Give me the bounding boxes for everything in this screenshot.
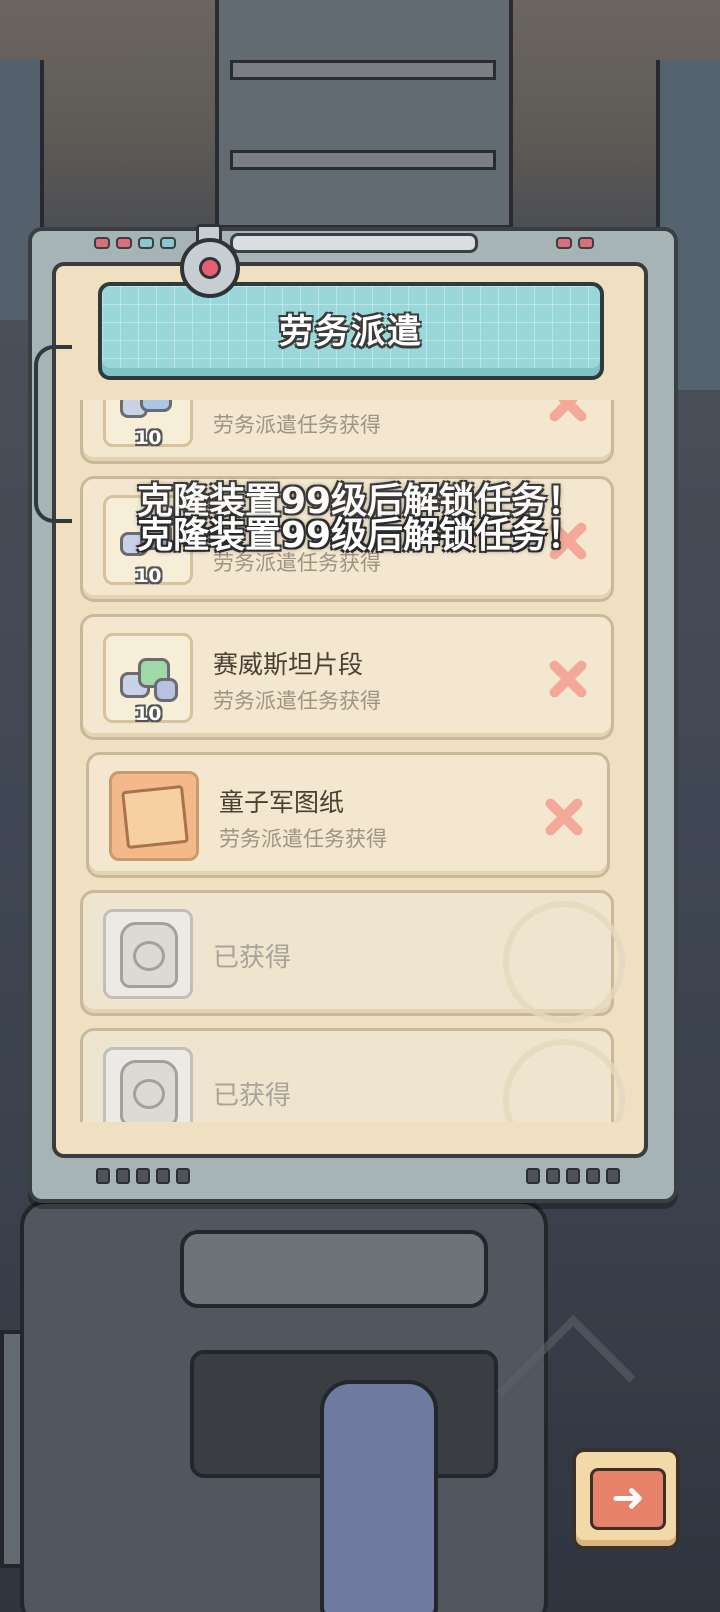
obtained-label: 已获得 bbox=[213, 1081, 292, 1111]
item-source: 劳务派遣任务获得 bbox=[219, 827, 387, 851]
item-thumbnail bbox=[103, 909, 193, 999]
list-item[interactable]: 10 劳务派遣任务获得 bbox=[80, 400, 614, 464]
title-banner: 劳务派遣 bbox=[98, 282, 604, 380]
close-icon bbox=[545, 400, 589, 425]
item-source: 劳务派遣任务获得 bbox=[213, 689, 381, 713]
panel-led-strip-right bbox=[556, 237, 594, 249]
obtained-stamp-icon bbox=[503, 1039, 625, 1122]
panel-vent-dots-right bbox=[526, 1168, 620, 1184]
console-control-strip bbox=[180, 1230, 488, 1308]
led-indicator bbox=[116, 237, 132, 249]
list-item[interactable]: 童子军图纸 劳务派遣任务获得 bbox=[86, 752, 610, 878]
item-count: 10 bbox=[135, 427, 162, 449]
gas-tank bbox=[320, 1380, 438, 1612]
panel-led-strip-left bbox=[94, 237, 176, 249]
arrow-right-icon bbox=[590, 1468, 666, 1530]
item-name: 赛威斯坦片段 bbox=[213, 650, 364, 679]
item-thumbnail bbox=[109, 771, 199, 861]
led-indicator bbox=[160, 237, 176, 249]
panel-top-slot bbox=[230, 233, 478, 253]
item-count: 10 bbox=[135, 565, 162, 587]
led-indicator bbox=[94, 237, 110, 249]
obtained-stamp-icon bbox=[503, 901, 625, 1023]
list-item[interactable]: 已获得 bbox=[80, 1028, 625, 1122]
close-icon bbox=[541, 795, 585, 839]
panel-vent-dots-left bbox=[96, 1168, 190, 1184]
next-button[interactable] bbox=[572, 1448, 680, 1550]
clone-device-icon bbox=[120, 1060, 178, 1122]
clone-device-icon bbox=[120, 922, 178, 988]
fragment-icon bbox=[116, 400, 176, 428]
alarm-pin-icon bbox=[180, 238, 240, 298]
list-item[interactable]: 已获得 bbox=[80, 890, 625, 1023]
led-indicator bbox=[556, 237, 572, 249]
item-source: 劳务派遣任务获得 bbox=[213, 413, 381, 437]
led-indicator bbox=[578, 237, 594, 249]
ceiling-hatch bbox=[215, 0, 513, 229]
item-name: 童子军图纸 bbox=[219, 788, 345, 817]
obtained-label: 已获得 bbox=[213, 943, 292, 973]
item-count: 10 bbox=[135, 703, 162, 725]
list-item[interactable]: 10 赛威斯坦片段 劳务派遣任务获得 bbox=[80, 614, 614, 740]
hatch-rail bbox=[230, 60, 496, 80]
unlock-notice: 克隆装置99级后解锁任务！ bbox=[136, 515, 584, 556]
hatch-rail bbox=[230, 150, 496, 170]
blueprint-icon bbox=[121, 784, 189, 850]
close-icon bbox=[545, 657, 589, 701]
page-title: 劳务派遣 bbox=[279, 312, 423, 352]
led-indicator bbox=[138, 237, 154, 249]
fragment-icon bbox=[116, 650, 178, 704]
item-thumbnail bbox=[103, 1047, 193, 1122]
